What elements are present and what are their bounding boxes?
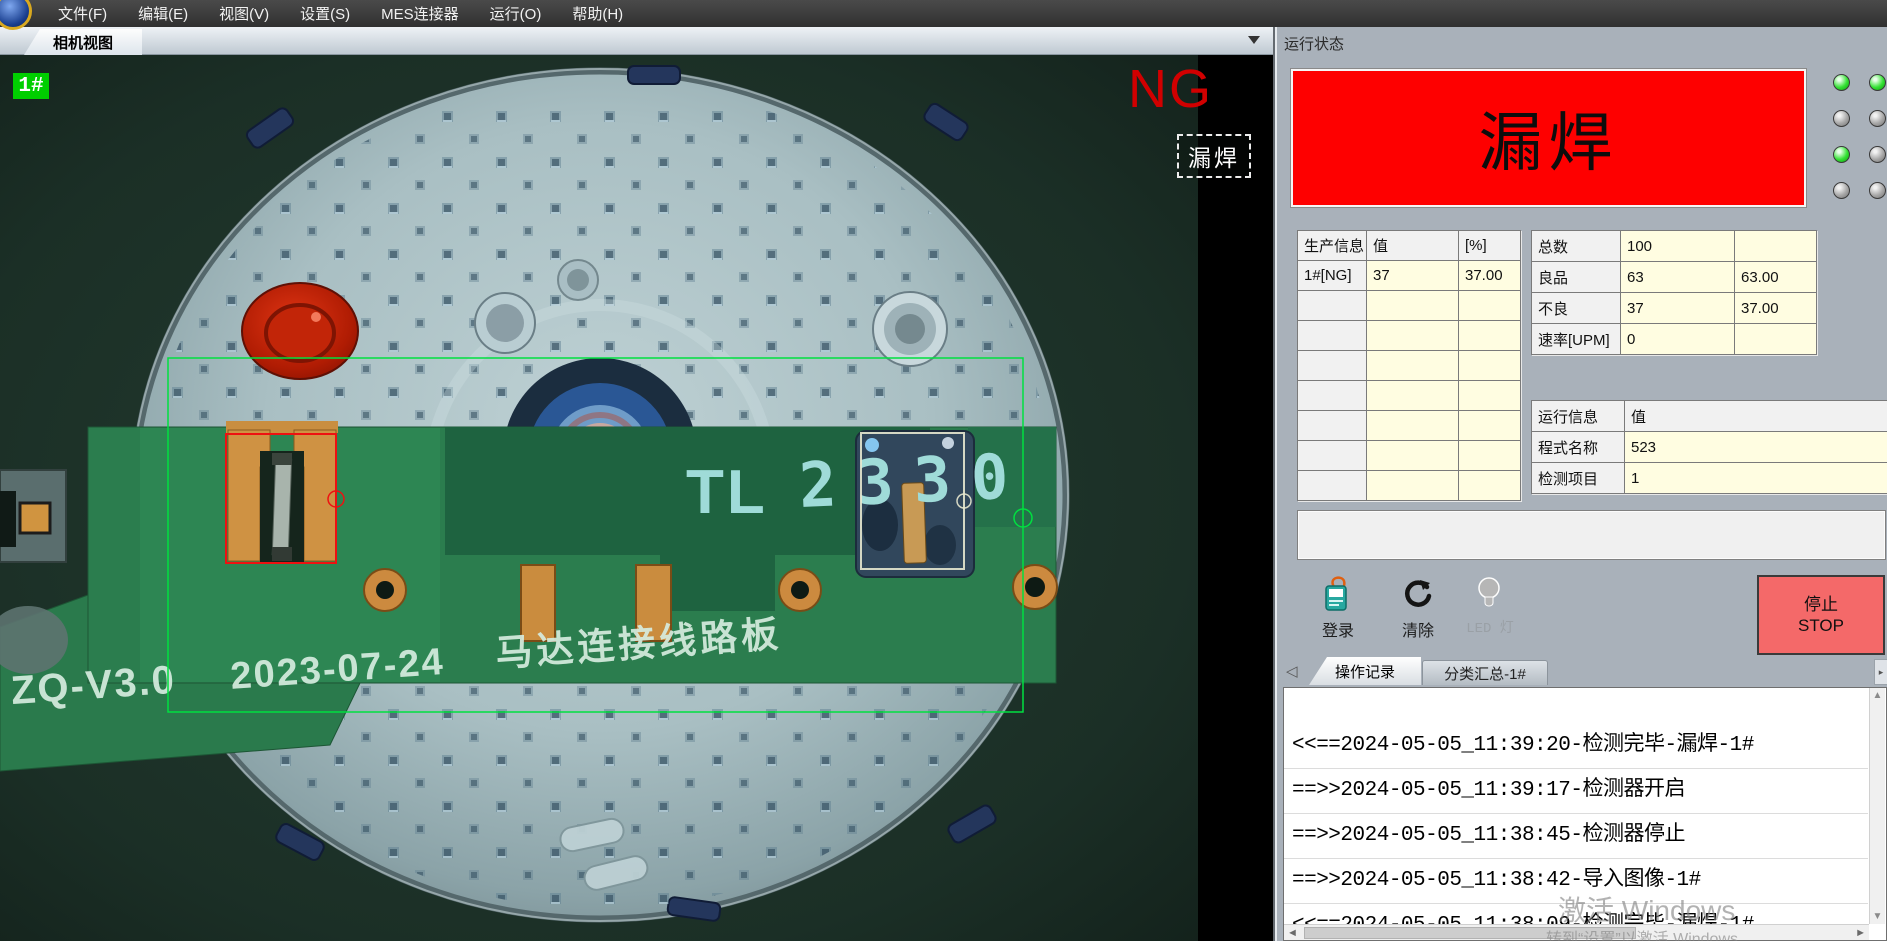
- ng-result-label: NG: [1128, 61, 1213, 118]
- message-box[interactable]: [1297, 510, 1886, 560]
- alarm-text: 漏焊: [1479, 92, 1619, 184]
- light-bulb-icon: [1472, 575, 1508, 613]
- clear-button[interactable]: 清除: [1383, 575, 1453, 649]
- summary-bad-value: 37: [1621, 293, 1734, 323]
- run-info-table: 运行信息 值 程式名称 523 检测项目 1: [1531, 400, 1887, 494]
- menu-run[interactable]: 运行(O): [490, 3, 542, 24]
- summary-good-pct: 63.00: [1735, 262, 1816, 292]
- red-varnish-dot: [242, 283, 358, 379]
- summary-bad-label: 不良: [1532, 293, 1620, 323]
- led-indicator-2-2: [1869, 110, 1886, 127]
- tab-camera-view[interactable]: 相机视图: [24, 29, 142, 55]
- led-indicator-2-1: [1833, 110, 1850, 127]
- summary-bad-pct: 37.00: [1735, 293, 1816, 323]
- stop-button[interactable]: 停止 STOP: [1757, 575, 1885, 655]
- chevron-down-icon[interactable]: [1248, 36, 1260, 44]
- log-entry: <<==2024-05-05_11:39:20-检测完毕-漏焊-1#: [1284, 724, 1868, 769]
- production-row-value: 37: [1367, 261, 1458, 290]
- run-status-group-title: 运行状态: [1284, 33, 1344, 54]
- pcb-marking-number: 2330: [797, 439, 1029, 522]
- summary-good-label: 良品: [1532, 262, 1620, 292]
- led-indicator-1-1: [1833, 74, 1850, 91]
- login-button[interactable]: 登录: [1303, 575, 1373, 649]
- login-button-label: 登录: [1322, 617, 1354, 641]
- windows-activation-watermark: 激活 Windows: [1558, 889, 1735, 929]
- scroll-up-icon[interactable]: ▲: [1873, 690, 1883, 701]
- runinfo-header-label: 运行信息: [1532, 401, 1624, 431]
- tab-operation-log[interactable]: 操作记录: [1309, 657, 1421, 685]
- id-badge-icon: [1320, 575, 1356, 613]
- menu-settings[interactable]: 设置(S): [300, 3, 350, 24]
- led-indicator-3-2: [1869, 146, 1886, 163]
- stop-button-cn: 停止: [1804, 594, 1838, 615]
- tab-classification-summary[interactable]: 分类汇总-1#: [1422, 660, 1548, 685]
- program-name-label: 程式名称: [1532, 432, 1624, 462]
- log-entry: ==>>2024-05-05_11:38:45-检测器停止: [1284, 814, 1868, 859]
- windows-activation-watermark-sub: 转到“设置”以激活 Windows: [1546, 925, 1738, 941]
- summary-good-value: 63: [1621, 262, 1734, 292]
- summary-rate-value: 0: [1621, 324, 1734, 354]
- summary-rate-label: 速率[UPM]: [1532, 324, 1620, 354]
- app-window: 文件(F) 编辑(E) 视图(V) 设置(S) MES连接器 运行(O) 帮助(…: [0, 0, 1887, 941]
- tab-scroll-right-icon[interactable]: ▸: [1874, 659, 1887, 685]
- menu-edit[interactable]: 编辑(E): [138, 3, 188, 24]
- runinfo-header-value: 值: [1625, 401, 1887, 431]
- camera-id-badge: 1#: [13, 73, 49, 99]
- production-header-value: 值: [1367, 231, 1458, 260]
- led-indicator-1-2: [1869, 74, 1886, 91]
- scroll-left-icon[interactable]: ◄: [1287, 927, 1298, 939]
- scroll-down-icon[interactable]: ▼: [1873, 911, 1883, 922]
- stop-button-en: STOP: [1798, 615, 1844, 636]
- clear-button-label: 清除: [1402, 617, 1434, 641]
- app-logo-icon: [0, 0, 32, 30]
- scroll-right-icon[interactable]: ►: [1855, 927, 1866, 939]
- led-light-button-label: LED 灯: [1466, 617, 1514, 637]
- led-indicator-4-2: [1869, 182, 1886, 199]
- inspect-items-label: 检测项目: [1532, 463, 1624, 493]
- menu-mes-connector[interactable]: MES连接器: [381, 3, 459, 24]
- menu-view[interactable]: 视图(V): [219, 3, 269, 24]
- summary-table: 总数 100 良品 63 63.00 不良 37 37.00 速率[UPM] 0: [1531, 230, 1817, 355]
- production-table: 生产信息 值 [%] 1#[NG] 37 37.00: [1297, 230, 1521, 501]
- production-header-info: 生产信息: [1298, 231, 1366, 260]
- pcb-marking-prefix: TL: [686, 458, 768, 527]
- view-tab-strip: 相机视图: [0, 27, 1273, 55]
- defect-tag-label: 漏焊: [1177, 134, 1251, 178]
- summary-total-value: 100: [1621, 231, 1734, 261]
- led-indicator-3-1: [1833, 146, 1850, 163]
- clear-refresh-icon: [1400, 575, 1436, 613]
- menu-file[interactable]: 文件(F): [58, 3, 107, 24]
- menu-help[interactable]: 帮助(H): [572, 3, 623, 24]
- menu-bar: 文件(F) 编辑(E) 视图(V) 设置(S) MES连接器 运行(O) 帮助(…: [0, 0, 1887, 27]
- production-row-pct: 37.00: [1459, 261, 1520, 290]
- camera-image: TL 2330 ZQ-V3.0 2023-07-24 马达连接线路板: [0, 55, 1273, 941]
- led-light-button[interactable]: LED 灯: [1455, 575, 1525, 649]
- led-indicator-4-1: [1833, 182, 1850, 199]
- inspect-items-value: 1: [1625, 463, 1887, 493]
- production-header-pct: [%]: [1459, 231, 1520, 260]
- program-name-value: 523: [1625, 432, 1887, 462]
- summary-total-label: 总数: [1532, 231, 1620, 261]
- log-vertical-scrollbar[interactable]: ▲ ▼: [1869, 688, 1885, 924]
- tab-scroll-left-icon[interactable]: ◁: [1286, 662, 1298, 680]
- production-row-label: 1#[NG]: [1298, 261, 1366, 290]
- log-entry: ==>>2024-05-05_11:39:17-检测器开启: [1284, 769, 1868, 814]
- alarm-display: 漏焊: [1290, 68, 1807, 208]
